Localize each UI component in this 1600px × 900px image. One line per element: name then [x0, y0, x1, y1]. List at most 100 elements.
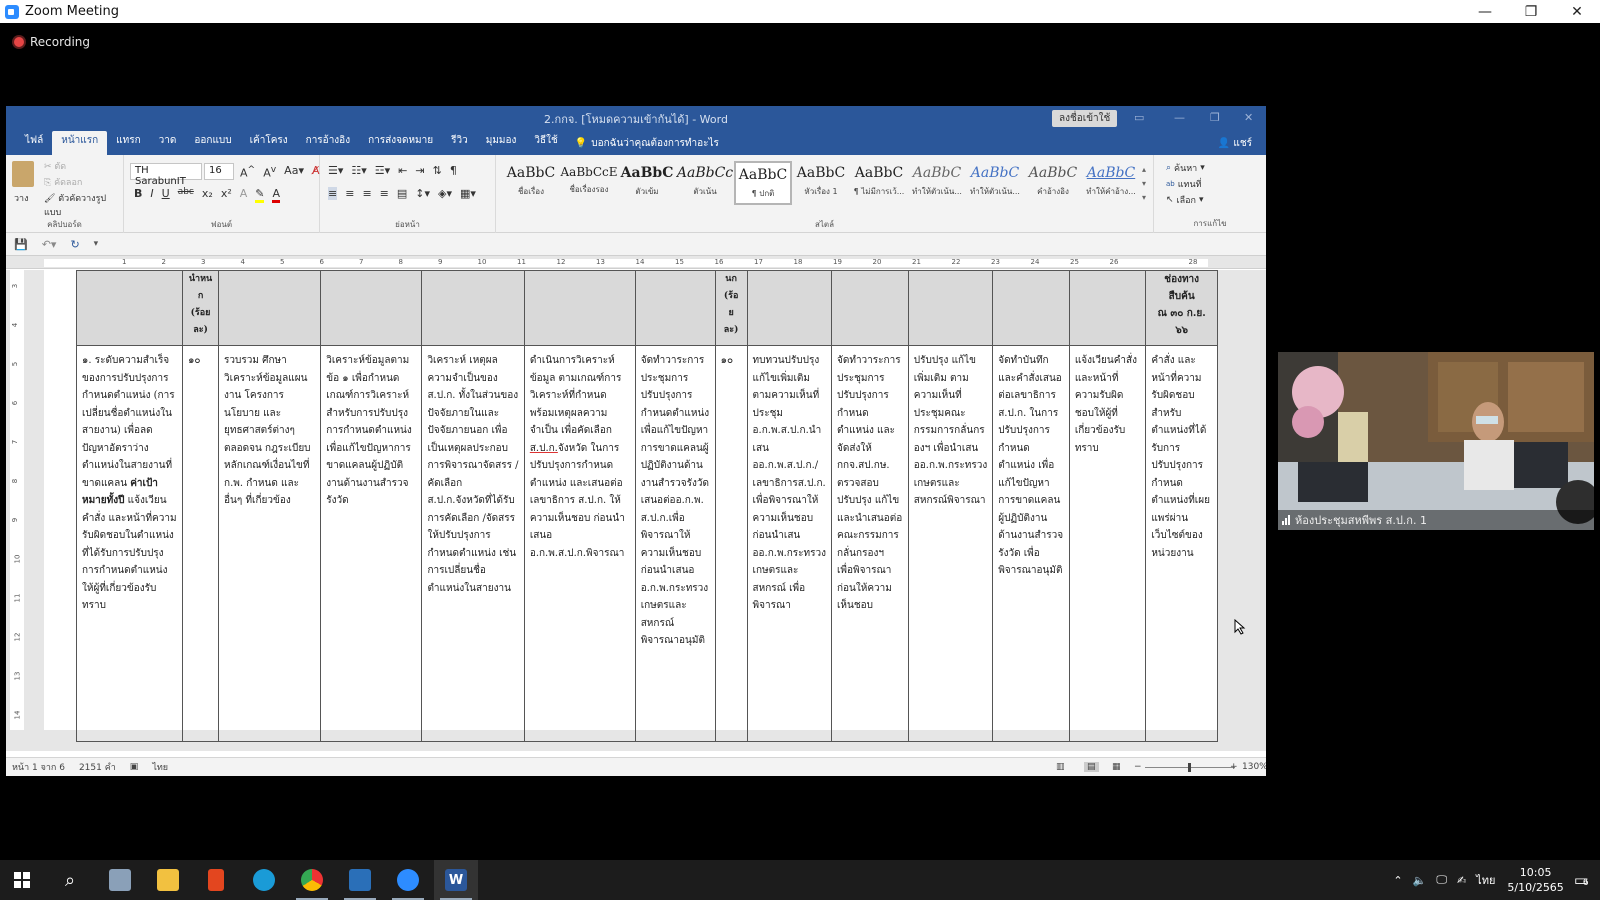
align-right-icon[interactable]: ≡	[362, 187, 371, 200]
proofing-icon[interactable]: ▣	[130, 762, 139, 772]
format-painter-button[interactable]: 🖌 ตัวคัดวางรูปแบบ	[44, 191, 123, 219]
style-intense-emphasis[interactable]: AaBbC ทำให้ตัวเน้น...	[966, 161, 1024, 205]
start-button[interactable]	[0, 860, 44, 900]
zoom-slider-thumb[interactable]	[1188, 763, 1191, 772]
font-size-dropdown[interactable]: 16	[204, 163, 234, 180]
distributed-icon[interactable]: ▤	[397, 187, 407, 200]
find-button[interactable]: ⌕ ค้นหา ▾	[1166, 161, 1205, 175]
tab-home[interactable]: หน้าแรก	[52, 131, 108, 155]
pen-icon[interactable]: ✍	[1457, 874, 1466, 887]
strikethrough-icon[interactable]: abc	[178, 187, 194, 203]
tab-mailings[interactable]: การส่งจดหมาย	[359, 131, 442, 155]
volume-icon[interactable]: 🔈	[1413, 874, 1427, 887]
style-emphasis[interactable]: AaBbCc ตัวเน้น	[676, 161, 734, 205]
taskbar-app-office[interactable]	[194, 860, 238, 900]
cut-button[interactable]: ✂ ตัด	[44, 159, 66, 173]
save-icon[interactable]: 💾	[14, 238, 28, 251]
taskbar-app-chrome[interactable]	[290, 860, 334, 900]
tab-help[interactable]: วิธีใช้	[525, 131, 566, 155]
style-no-spacing[interactable]: AaBbC ¶ ไม่มีการเว้...	[850, 161, 908, 205]
borders-icon[interactable]: ▦▾	[460, 187, 476, 200]
bold-icon[interactable]: B	[134, 187, 142, 203]
grow-font-icon[interactable]: A^	[240, 164, 255, 180]
clear-format-icon[interactable]: A̸	[312, 164, 320, 180]
input-language[interactable]: ไทย	[1476, 871, 1495, 889]
paste-label[interactable]: วาง	[14, 191, 29, 205]
style-title[interactable]: AaBbC ชื่อเรื่อง	[502, 161, 560, 205]
tab-view[interactable]: มุมมอง	[477, 131, 526, 155]
paste-icon[interactable]	[12, 161, 34, 187]
taskbar-app-edge[interactable]	[242, 860, 286, 900]
sort-icon[interactable]: ⇅	[433, 164, 442, 177]
tab-references[interactable]: การอ้างอิง	[297, 131, 359, 155]
tab-insert[interactable]: แทรก	[107, 131, 149, 155]
align-left-icon[interactable]: ≡	[328, 187, 338, 200]
tell-me-search[interactable]: 💡 บอกฉันว่าคุณต้องการทำอะไร	[567, 131, 727, 155]
font-color-icon[interactable]: A	[272, 187, 281, 203]
style-normal[interactable]: AaBbC ¶ ปกติ	[734, 161, 792, 205]
word-restore-button[interactable]: ❐	[1210, 111, 1220, 124]
taskbar-app-network[interactable]	[98, 860, 142, 900]
font-name-dropdown[interactable]: TH SarabunIT	[130, 163, 202, 187]
taskbar-app-explorer[interactable]	[146, 860, 190, 900]
restore-button[interactable]: ❐	[1508, 0, 1554, 23]
notifications-button[interactable]: ▭ 6	[1574, 871, 1589, 889]
highlight-icon[interactable]: ✎	[255, 187, 265, 203]
word-close-button[interactable]: ✕	[1244, 111, 1253, 124]
web-layout-icon[interactable]: ▦	[1112, 762, 1121, 772]
close-button[interactable]: ✕	[1554, 0, 1600, 23]
redo-icon[interactable]: ↻	[70, 238, 79, 251]
multilevel-list-icon[interactable]: ☲▾	[375, 164, 390, 177]
tab-review[interactable]: รีวิว	[442, 131, 477, 155]
tab-layout[interactable]: เค้าโครง	[241, 131, 297, 155]
subscript-icon[interactable]: x₂	[202, 187, 213, 203]
shading-icon[interactable]: ◈▾	[438, 187, 452, 200]
shrink-font-icon[interactable]: Av	[263, 164, 276, 180]
word-minimize-button[interactable]: —	[1174, 111, 1185, 124]
zoom-out-button[interactable]: −	[1134, 762, 1142, 772]
decrease-indent-icon[interactable]: ⇤	[398, 164, 407, 177]
recording-indicator[interactable]: Recording	[14, 35, 90, 49]
align-center-icon[interactable]: ≡	[345, 187, 354, 200]
replace-button[interactable]: ab แทนที่	[1166, 177, 1202, 191]
text-effects-icon[interactable]: A	[240, 187, 248, 203]
change-case-icon[interactable]: Aa▾	[284, 164, 304, 180]
page-count[interactable]: หน้า 1 จาก 6	[12, 760, 65, 774]
show-hidden-icons-icon[interactable]: ⌃	[1393, 874, 1402, 887]
horizontal-ruler[interactable]: 1 2 3 4 5 6 7 8 9 10 11 12 13 14 15 16 17 18 19 20 21 22 23 24 2…	[6, 255, 1266, 269]
style-subtitle[interactable]: AaBbCcE ชื่อเรื่องรอง	[560, 161, 618, 205]
copy-button[interactable]: ⎘ คัดลอก	[44, 175, 82, 189]
select-button[interactable]: ↖ เลือก ▾	[1166, 193, 1204, 207]
style-quote[interactable]: AaBbC คำอ้างอิง	[1024, 161, 1082, 205]
style-heading1[interactable]: AaBbC หัวเรื่อง 1	[792, 161, 850, 205]
line-spacing-icon[interactable]: ↕▾	[415, 187, 430, 200]
undo-icon[interactable]: ↶▾	[42, 238, 57, 251]
zoom-level[interactable]: 130%	[1242, 762, 1266, 772]
superscript-icon[interactable]: x²	[221, 187, 232, 203]
numbering-icon[interactable]: ☷▾	[351, 164, 366, 177]
bullets-icon[interactable]: ☰▾	[328, 164, 343, 177]
vertical-ruler[interactable]: 3 4 5 6 7 8 9 10 11 12 13 14	[10, 270, 24, 730]
search-button[interactable]: ⌕	[48, 860, 92, 900]
share-button[interactable]: 👤 แชร์	[1218, 136, 1252, 151]
print-layout-icon[interactable]: ▤	[1084, 762, 1099, 772]
italic-icon[interactable]: I	[150, 187, 153, 203]
pilcrow-icon[interactable]: ¶	[450, 164, 457, 177]
network-icon[interactable]: 🖵	[1436, 873, 1447, 887]
underline-icon[interactable]: U	[162, 187, 170, 203]
participant-video[interactable]: ห้องประชุมสหพีพร ส.ป.ก. 1	[1278, 352, 1594, 530]
word-count[interactable]: 2151 คำ	[79, 760, 116, 774]
document-page[interactable]: นำหน ก (ร้อย ละ) นก (ร้อ ย ละ) ช่องทาง ส…	[44, 270, 1218, 742]
taskbar-app-photos[interactable]	[338, 860, 382, 900]
zoom-in-button[interactable]: +	[1230, 762, 1238, 772]
ribbon-display-icon[interactable]: ▭	[1134, 111, 1144, 124]
read-mode-icon[interactable]: ▥	[1056, 762, 1065, 772]
style-intense-quote[interactable]: AaBbC ทำให้คำอ้าง...	[1082, 161, 1140, 205]
taskbar-app-zoom[interactable]	[386, 860, 430, 900]
minimize-button[interactable]: —	[1462, 0, 1508, 23]
tab-file[interactable]: ไฟล์	[16, 131, 52, 155]
style-subtle-emphasis[interactable]: AaBbC ทำให้ตัวเน้น...	[908, 161, 966, 205]
tab-draw[interactable]: วาด	[150, 131, 186, 155]
style-strong[interactable]: AaBbC ตัวเข้ม	[618, 161, 676, 205]
language-label[interactable]: ไทย	[152, 760, 168, 774]
